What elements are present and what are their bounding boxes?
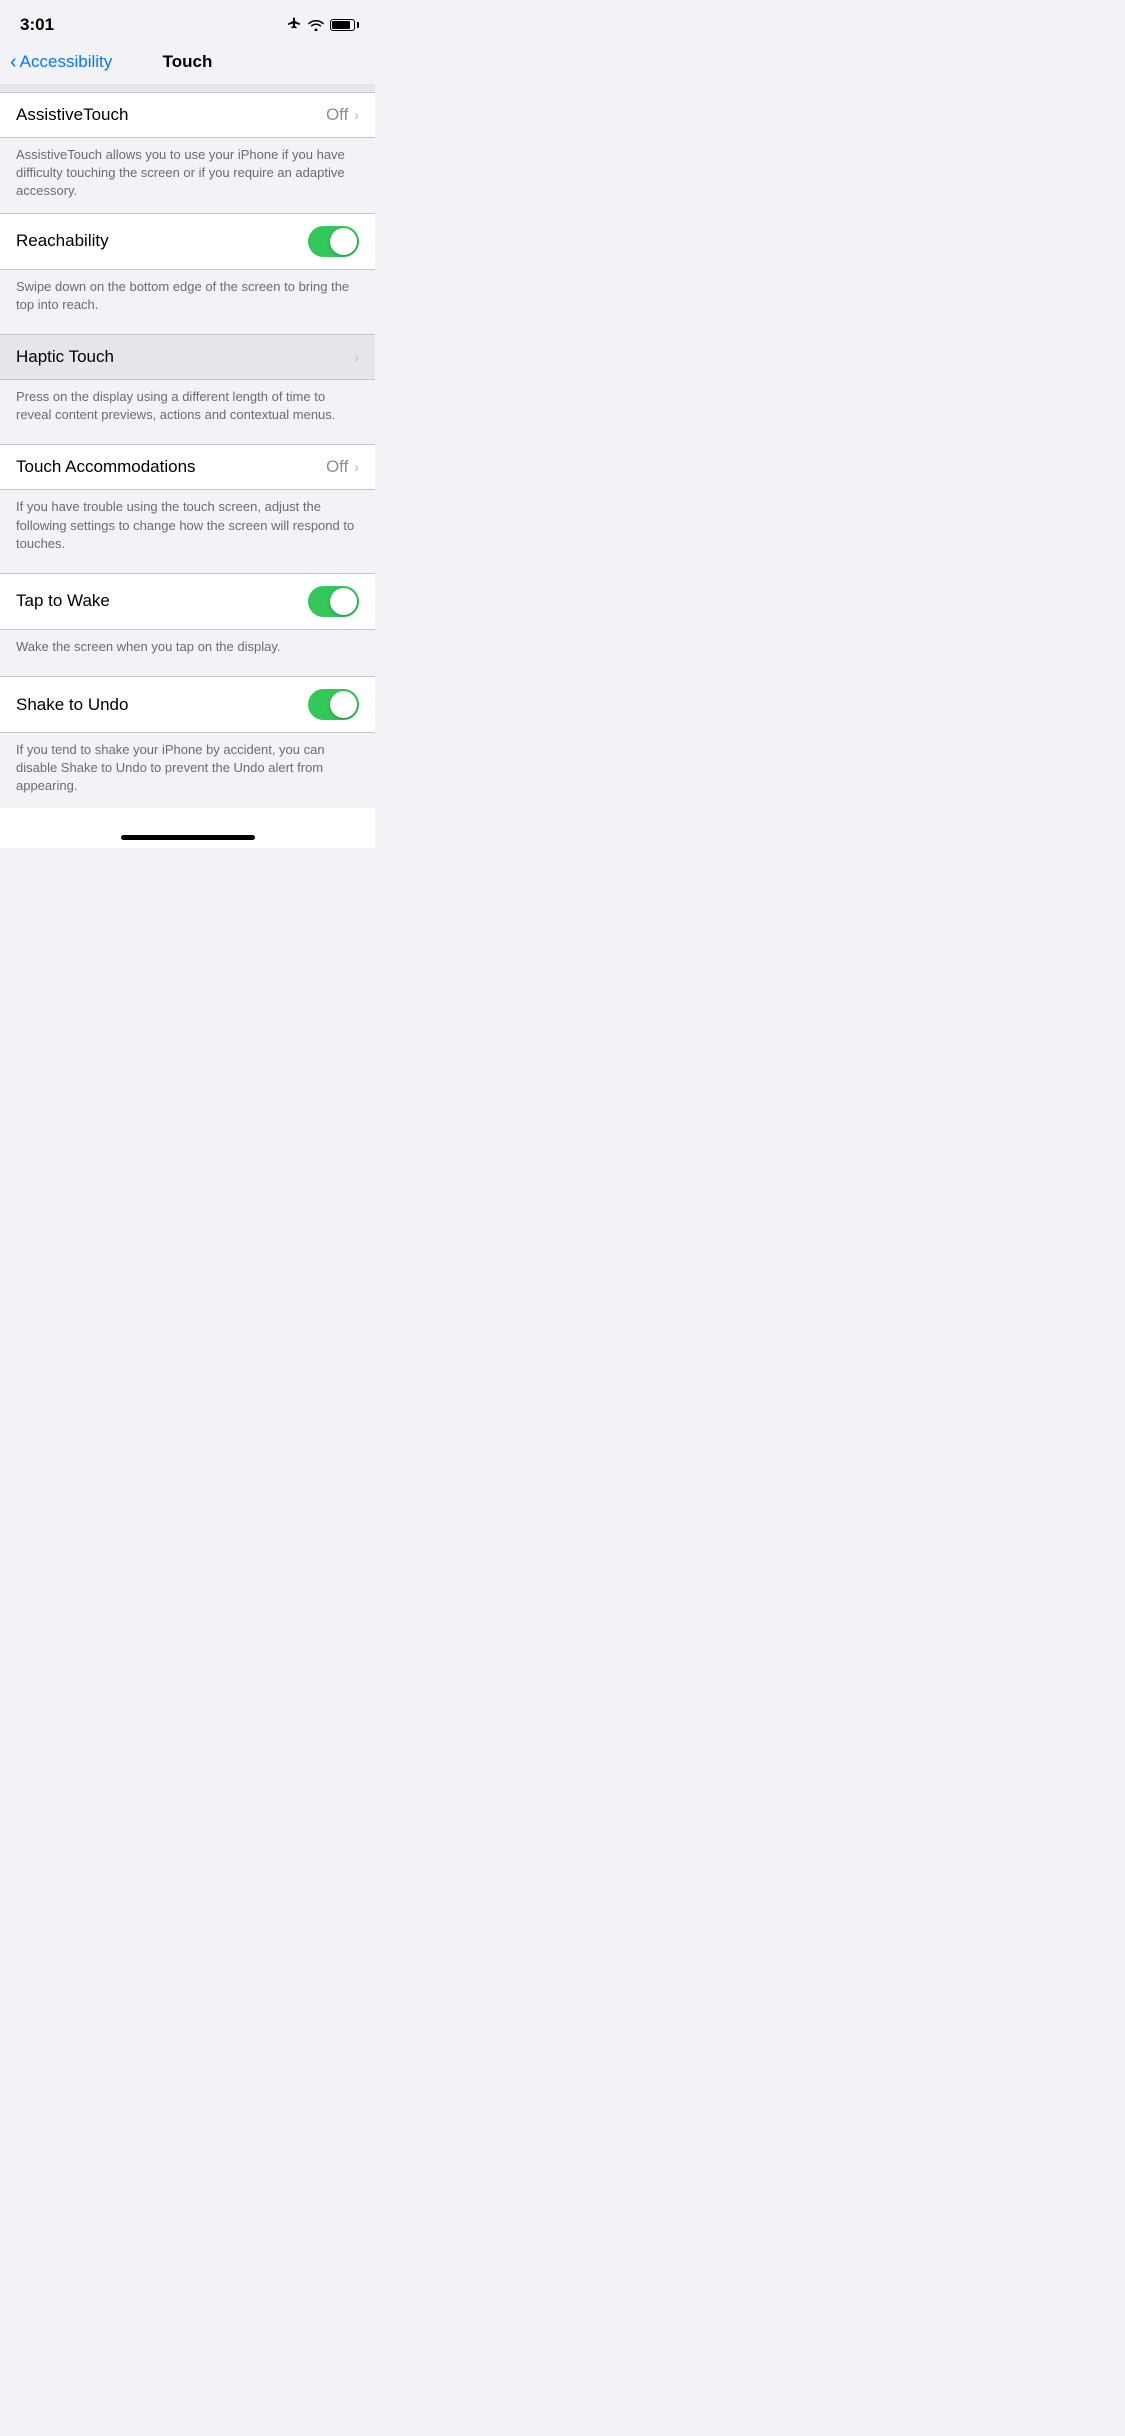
home-indicator [121,835,255,840]
wifi-icon [308,19,324,31]
tap-to-wake-toggle[interactable] [308,586,359,617]
battery-icon [330,19,355,31]
shake-to-undo-group: Shake to Undo [0,676,375,733]
reachability-row[interactable]: Reachability [0,214,375,269]
group-separator-3 [0,565,375,573]
touch-accommodations-value: Off [326,457,348,477]
haptic-touch-group: Haptic Touch › [0,334,375,380]
touch-accommodations-chevron: › [354,459,359,475]
touch-accommodations-description-section: If you have trouble using the touch scre… [0,490,375,565]
airplane-icon [286,17,302,33]
touch-accommodations-label: Touch Accommodations [16,457,196,477]
tap-to-wake-label: Tap to Wake [16,591,110,611]
reachability-group: Reachability [0,213,375,270]
back-chevron-icon: ‹ [10,52,17,72]
reachability-description-section: Swipe down on the bottom edge of the scr… [0,270,375,326]
assistive-touch-group: AssistiveTouch Off › [0,92,375,138]
nav-bar: ‹ Accessibility Touch [0,44,375,84]
back-button[interactable]: ‹ Accessibility [10,52,112,72]
touch-accommodations-value-container: Off › [326,457,359,477]
assistive-touch-description: AssistiveTouch allows you to use your iP… [16,146,359,201]
group-separator-4 [0,668,375,676]
assistive-touch-value: Off [326,105,348,125]
haptic-touch-row[interactable]: Haptic Touch › [0,335,375,379]
touch-accommodations-description: If you have trouble using the touch scre… [16,498,359,553]
haptic-touch-chevron: › [354,349,359,365]
assistive-touch-row[interactable]: AssistiveTouch Off › [0,93,375,137]
assistive-touch-value-container: Off › [326,105,359,125]
shake-to-undo-toggle-knob [330,691,357,718]
group-separator-2 [0,436,375,444]
tap-to-wake-toggle-knob [330,588,357,615]
shake-to-undo-toggle[interactable] [308,689,359,720]
tap-to-wake-group: Tap to Wake [0,573,375,630]
haptic-touch-description-section: Press on the display using a different l… [0,380,375,436]
section-spacer-top [0,84,375,92]
shake-to-undo-description: If you tend to shake your iPhone by acci… [16,741,359,796]
shake-to-undo-description-section: If you tend to shake your iPhone by acci… [0,733,375,808]
home-indicator-area [0,808,375,848]
touch-accommodations-group: Touch Accommodations Off › [0,444,375,490]
status-bar: 3:01 [0,0,375,44]
reachability-toggle-knob [330,228,357,255]
tap-to-wake-description: Wake the screen when you tap on the disp… [16,638,359,656]
reachability-label: Reachability [16,231,109,251]
assistive-touch-description-section: AssistiveTouch allows you to use your iP… [0,138,375,213]
touch-accommodations-row[interactable]: Touch Accommodations Off › [0,445,375,489]
status-time: 3:01 [20,15,54,35]
status-icons [286,17,355,33]
tap-to-wake-description-section: Wake the screen when you tap on the disp… [0,630,375,668]
shake-to-undo-label: Shake to Undo [16,695,128,715]
shake-to-undo-row[interactable]: Shake to Undo [0,677,375,732]
assistive-touch-label: AssistiveTouch [16,105,128,125]
haptic-touch-value-container: › [354,349,359,365]
reachability-description: Swipe down on the bottom edge of the scr… [16,278,359,314]
haptic-touch-label: Haptic Touch [16,347,114,367]
assistive-touch-chevron: › [354,107,359,123]
page-title: Touch [163,52,213,72]
back-label: Accessibility [20,52,113,72]
group-separator-1 [0,326,375,334]
reachability-toggle[interactable] [308,226,359,257]
haptic-touch-description: Press on the display using a different l… [16,388,359,424]
tap-to-wake-row[interactable]: Tap to Wake [0,574,375,629]
